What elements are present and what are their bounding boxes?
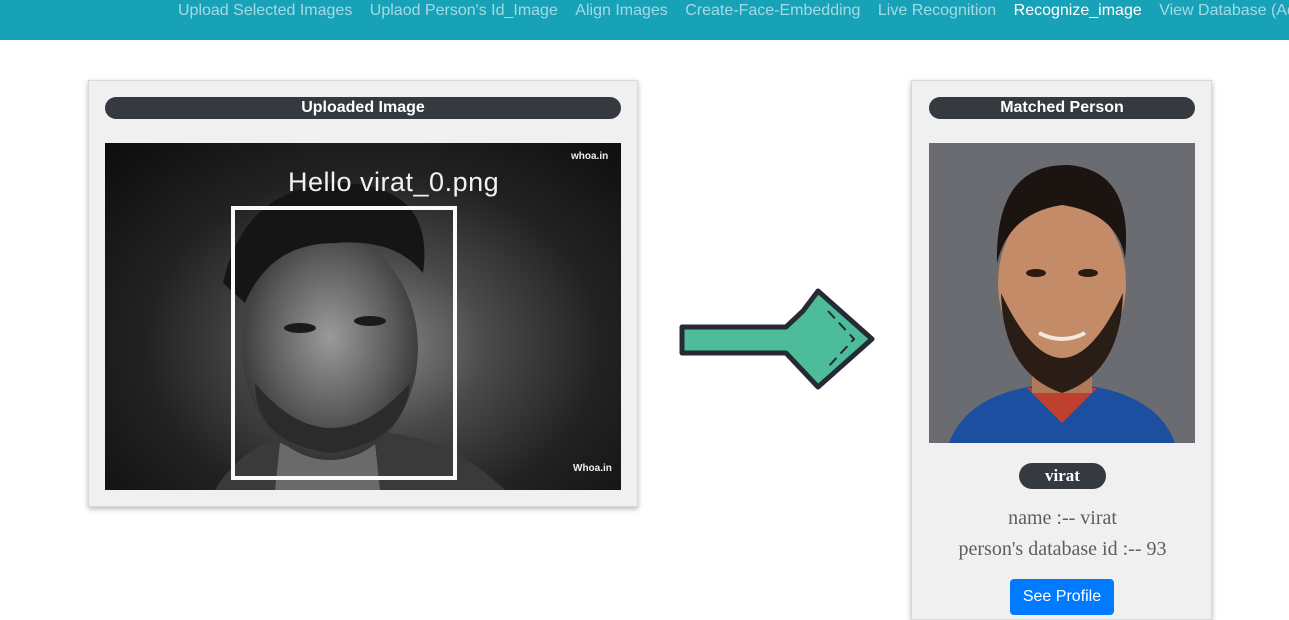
person-name-line: name :-- virat (1008, 507, 1117, 529)
uploaded-image-card: Uploaded Image Hello virat_0.png whoa.in… (88, 80, 638, 507)
nav-link-upload-person-id-image[interactable]: Uplaod Person's Id_Image (370, 2, 558, 20)
name-badge: virat (1019, 463, 1106, 489)
navbar: Upload Selected Images Uplaod Person's I… (0, 0, 1289, 40)
uploaded-image-title: Uploaded Image (105, 97, 621, 119)
right-arrow-icon (679, 288, 875, 390)
nav-link-view-database[interactable]: View Database (Ad (1159, 2, 1289, 20)
recognition-label: Hello virat_0.png (288, 167, 500, 197)
person-id-line: person's database id :-- 93 (958, 538, 1167, 560)
watermark-bottom: Whoa.in (573, 463, 612, 474)
matched-person-title: Matched Person (929, 97, 1195, 119)
nav-link-upload-selected-images[interactable]: Upload Selected Images (178, 2, 352, 20)
watermark-top: whoa.in (571, 151, 609, 162)
nav-links: Upload Selected Images Uplaod Person's I… (178, 2, 1289, 20)
nav-link-live-recognition[interactable]: Live Recognition (878, 2, 996, 20)
nav-link-align-images[interactable]: Align Images (575, 2, 668, 20)
nav-link-create-face-embedding[interactable]: Create-Face-Embedding (685, 2, 860, 20)
matched-person-photo (929, 143, 1195, 443)
face-bounding-box (231, 206, 457, 480)
nav-link-recognize-image[interactable]: Recognize_image (1014, 2, 1142, 20)
see-profile-button[interactable]: See Profile (1010, 579, 1114, 615)
matched-person-card: Matched Person virat name :-- virat pers… (911, 80, 1212, 620)
matched-photo-illustration (949, 164, 1175, 443)
uploaded-image: Hello virat_0.png whoa.in Whoa.in (105, 143, 621, 490)
